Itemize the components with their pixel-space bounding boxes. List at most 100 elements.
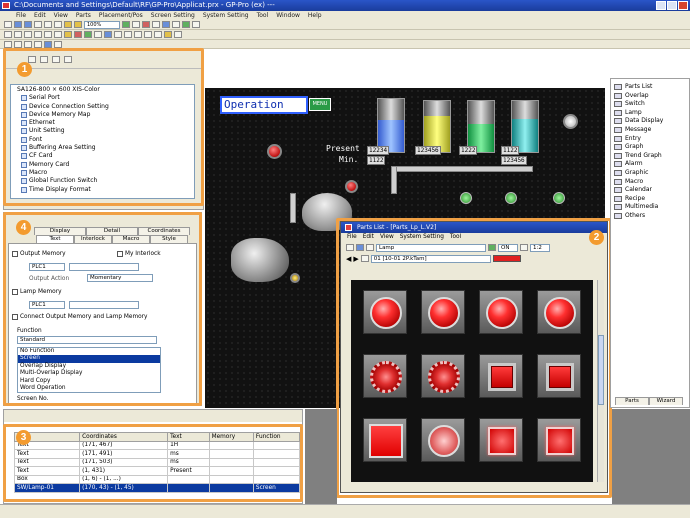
undo-icon[interactable] xyxy=(64,21,72,28)
align-left-icon[interactable] xyxy=(114,31,122,38)
copy-icon[interactable] xyxy=(44,21,52,28)
menu-view[interactable]: View xyxy=(54,11,68,20)
menu-tool[interactable]: Tool xyxy=(257,11,269,20)
parts-tab-parts[interactable]: Parts xyxy=(615,397,649,405)
callout-badge-3: 3 xyxy=(16,430,31,445)
rectangle-icon[interactable] xyxy=(24,31,32,38)
cut-icon[interactable] xyxy=(34,21,42,28)
circle-icon[interactable] xyxy=(34,31,42,38)
parts-list-item[interactable]: Calendar xyxy=(611,186,689,195)
menu-help[interactable]: Help xyxy=(308,11,322,20)
save-icon[interactable] xyxy=(24,21,32,28)
color-icon[interactable] xyxy=(164,31,172,38)
line-icon[interactable] xyxy=(14,31,22,38)
menu-parts[interactable]: Parts xyxy=(76,11,91,20)
parts-icon[interactable] xyxy=(182,21,190,28)
lamp-icon[interactable] xyxy=(74,31,82,38)
parts-list-label: Switch xyxy=(625,100,645,108)
menu-system-setting[interactable]: System Setting xyxy=(203,11,249,20)
status-lamp[interactable] xyxy=(267,144,282,159)
min-label: Min. xyxy=(339,155,359,164)
parts-list-item[interactable]: Parts List xyxy=(611,83,689,92)
pump-motor[interactable] xyxy=(231,238,289,282)
redo-icon[interactable] xyxy=(74,21,82,28)
callout-badge-4: 4 xyxy=(16,220,31,235)
parts-list-item[interactable]: Lamp xyxy=(611,109,689,118)
pump-indicator[interactable] xyxy=(290,273,300,283)
polygon-icon[interactable] xyxy=(44,31,52,38)
operation-title[interactable]: Operation xyxy=(220,96,308,114)
parts-list-item[interactable]: Overlap xyxy=(611,92,689,101)
fill-icon[interactable] xyxy=(174,31,182,38)
indicator-lamp-white[interactable] xyxy=(563,114,578,129)
screen-icon[interactable] xyxy=(132,21,140,28)
minimize-button[interactable] xyxy=(656,1,666,10)
simulation-icon[interactable] xyxy=(162,21,170,28)
back-icon[interactable] xyxy=(34,40,42,48)
alarm-icon[interactable] xyxy=(104,31,112,38)
parts-list-panel: Parts List Overlap Switch Lamp Data Display M… xyxy=(610,78,690,408)
pointer-icon[interactable] xyxy=(4,31,12,38)
align-center-icon[interactable] xyxy=(124,31,132,38)
front-icon[interactable] xyxy=(24,40,32,48)
graph-icon[interactable] xyxy=(94,31,102,38)
align-right-icon[interactable] xyxy=(134,31,142,38)
error-check-icon[interactable] xyxy=(172,21,180,28)
alarm-lamp-small[interactable] xyxy=(345,180,358,193)
italic-icon[interactable] xyxy=(14,40,22,48)
parts-tab-wizard[interactable]: Wizard xyxy=(649,397,683,405)
zoom-select[interactable]: 100% xyxy=(84,20,120,29)
transfer-icon[interactable] xyxy=(142,21,150,28)
close-button[interactable] xyxy=(678,1,688,10)
menu-placement-pos[interactable]: Placement/Pos xyxy=(99,11,143,20)
parts-list-item[interactable]: Trend Graph xyxy=(611,152,689,161)
parts-category-icon xyxy=(614,187,622,194)
menu-window[interactable]: Window xyxy=(276,11,300,20)
parts-tree: Parts List Overlap Switch Lamp Data Display M… xyxy=(611,83,689,221)
parts-list-item[interactable]: Alarm xyxy=(611,160,689,169)
menu-screen-setting[interactable]: Screen Setting xyxy=(151,11,195,20)
parts-category-icon xyxy=(614,152,622,159)
parts-category-icon xyxy=(614,84,622,90)
parts-list-label: Alarm xyxy=(625,160,643,168)
parts-list-item[interactable]: Multimedia xyxy=(611,203,689,212)
parts-list-item[interactable]: Message xyxy=(611,126,689,135)
valve-switch-3[interactable] xyxy=(553,192,565,204)
parts-list-item[interactable]: Others xyxy=(611,212,689,221)
ungroup-icon[interactable] xyxy=(154,31,162,38)
flip-icon[interactable] xyxy=(54,40,62,48)
valve-switch-1[interactable] xyxy=(460,192,472,204)
help-icon[interactable] xyxy=(192,21,200,28)
menu-button[interactable]: MENU xyxy=(309,98,331,111)
grid-icon[interactable] xyxy=(122,21,130,28)
rotate-icon[interactable] xyxy=(44,40,52,48)
tank-1[interactable] xyxy=(377,98,405,153)
parts-list-item[interactable]: Graph xyxy=(611,143,689,152)
window-title: C:\Documents and Settings\Default\RF\GP-… xyxy=(14,1,275,9)
parts-list-item[interactable]: Switch xyxy=(611,100,689,109)
new-icon[interactable] xyxy=(4,21,12,28)
parts-list-item[interactable]: Recipe xyxy=(611,195,689,204)
valve-switch-2[interactable] xyxy=(505,192,517,204)
open-icon[interactable] xyxy=(14,21,22,28)
text-icon[interactable] xyxy=(54,31,62,38)
group-icon[interactable] xyxy=(144,31,152,38)
menu-file[interactable]: File xyxy=(16,11,26,20)
paste-icon[interactable] xyxy=(54,21,62,28)
parts-list-label: Entry xyxy=(625,134,641,142)
parts-list-item[interactable]: Macro xyxy=(611,178,689,187)
parts-list-item[interactable]: Data Display xyxy=(611,117,689,126)
window-controls xyxy=(656,1,688,10)
parts-list-item[interactable]: Graphic xyxy=(611,169,689,178)
switch-icon[interactable] xyxy=(64,31,72,38)
app-icon xyxy=(2,2,10,9)
menu-edit[interactable]: Edit xyxy=(34,11,46,20)
maximize-button[interactable] xyxy=(667,1,677,10)
data-display-icon[interactable] xyxy=(84,31,92,38)
parts-category-icon xyxy=(614,135,622,142)
parts-list-item[interactable]: Entry xyxy=(611,134,689,144)
parts-category-icon xyxy=(614,169,622,176)
preview-icon[interactable] xyxy=(152,21,160,28)
callout-badge-1: 1 xyxy=(17,62,32,77)
bold-icon[interactable] xyxy=(4,40,12,48)
